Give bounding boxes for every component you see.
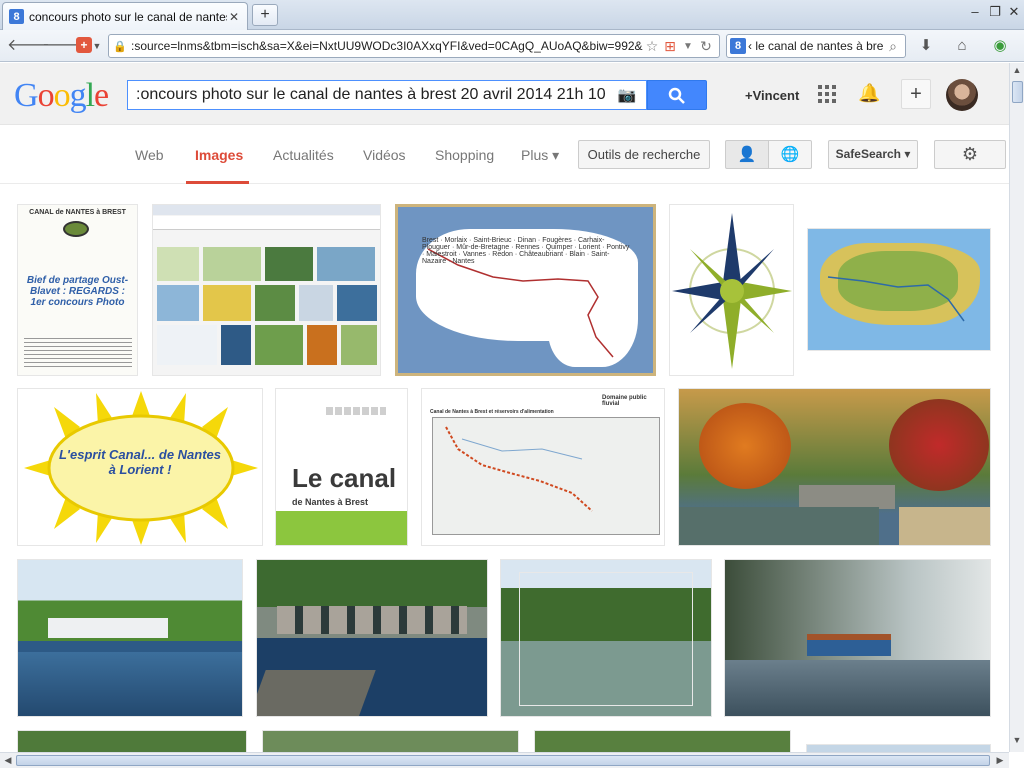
result-thumbnail[interactable]: Brest · Morlaix · Saint-Brieuc · Dinan ·…: [395, 204, 656, 376]
tab-more[interactable]: Plus ▾: [521, 147, 559, 164]
result-thumbnail[interactable]: [500, 559, 712, 717]
addon-icon[interactable]: +: [76, 37, 92, 53]
result-thumbnail[interactable]: [17, 730, 247, 752]
gear-icon[interactable]: ⚙: [934, 140, 1006, 169]
scroll-up-icon[interactable]: ▲: [1010, 65, 1024, 75]
download-icon[interactable]: ⬇: [916, 37, 936, 55]
bell-icon[interactable]: 🔔: [858, 83, 880, 104]
browser-tab[interactable]: 8 concours photo sur le canal de nantes …: [2, 2, 248, 30]
compass-rose-icon: [672, 213, 792, 369]
scroll-right-icon[interactable]: ▶: [993, 755, 1007, 766]
user-name-link[interactable]: +Vincent: [745, 88, 799, 103]
url-bar[interactable]: 🔒 :source=lnms&tbm=isch&sa=X&ei=NxtUU9WO…: [108, 34, 720, 58]
tab-images[interactable]: Images: [195, 147, 243, 163]
share-plus-button[interactable]: +: [901, 79, 931, 109]
canal-route-icon: [427, 248, 614, 358]
horizontal-scrollbar[interactable]: ◀ ▶: [0, 752, 1009, 768]
image-results: CANAL de NANTES à BREST Bief de partage …: [0, 185, 1009, 752]
search-query[interactable]: :oncours photo sur le canal de nantes à …: [136, 86, 616, 104]
result-thumbnail[interactable]: [534, 730, 791, 752]
safesearch-button[interactable]: SafeSearch ▾: [828, 140, 918, 169]
url-text[interactable]: :source=lnms&tbm=isch&sa=X&ei=NxtUU9WODc…: [131, 39, 643, 53]
search-tools-button[interactable]: Outils de recherche: [578, 140, 710, 169]
chevron-down-icon[interactable]: ▼: [92, 36, 102, 56]
close-tab-icon[interactable]: ✕: [227, 10, 241, 24]
tab-title: concours photo sur le canal de nantes à …: [29, 9, 227, 24]
google-search-input[interactable]: :oncours photo sur le canal de nantes à …: [127, 80, 647, 110]
result-thumbnail[interactable]: [807, 228, 991, 351]
home-icon[interactable]: ⌂: [952, 37, 972, 55]
vertical-scrollbar[interactable]: ▲ ▼: [1009, 63, 1024, 752]
result-thumbnail[interactable]: [152, 204, 381, 376]
browser-search-bar[interactable]: 8 ‹ le canal de nantes à bre ⌕: [726, 34, 906, 58]
close-window-icon[interactable]: ✕: [1005, 4, 1023, 20]
tab-news[interactable]: Actualités: [273, 147, 334, 163]
active-tab-indicator: [186, 181, 249, 184]
vertical-scroll-thumb[interactable]: [1012, 81, 1023, 103]
search-tabs: Web Images Actualités Vidéos Shopping Pl…: [0, 126, 1009, 184]
scroll-left-icon[interactable]: ◀: [1, 755, 15, 766]
google-header: Google :oncours photo sur le canal de na…: [0, 63, 1009, 125]
reload-icon[interactable]: ↻: [697, 38, 715, 55]
chevron-down-icon[interactable]: ▼: [679, 41, 697, 52]
tab-web[interactable]: Web: [135, 147, 164, 163]
new-tab-button[interactable]: +: [252, 4, 278, 26]
avatar[interactable]: [946, 79, 978, 111]
tab-shopping[interactable]: Shopping: [435, 147, 494, 163]
lock-icon: 🔒: [113, 40, 127, 53]
star-icon[interactable]: ☆: [643, 38, 661, 55]
arrow-right-icon[interactable]: 🡒: [42, 36, 85, 56]
result-thumbnail[interactable]: Domaine public fluvial Canal de Nantes à…: [421, 388, 665, 546]
result-thumbnail[interactable]: CANAL de NANTES à BREST Bief de partage …: [17, 204, 138, 376]
google-favicon-icon: 8: [9, 9, 24, 24]
arrow-left-icon[interactable]: 🡐: [7, 36, 50, 56]
addon-plus-icon[interactable]: ⊞: [661, 38, 679, 55]
navigation-bar: 🡐 🡒 + ▼ 🔒 :source=lnms&tbm=isch&sa=X&ei=…: [0, 30, 1024, 62]
magnifier-icon[interactable]: ⌕: [884, 38, 902, 55]
browser-search-input[interactable]: ‹ le canal de nantes à bre: [748, 39, 884, 53]
result-thumbnail[interactable]: Le canal de Nantes à Brest: [275, 388, 408, 546]
magnifier-icon: [668, 87, 685, 104]
google-engine-icon[interactable]: 8: [730, 38, 746, 54]
result-thumbnail[interactable]: L'esprit Canal... de Nantes à Lorient !: [17, 388, 263, 546]
sync-icon[interactable]: ◉: [990, 37, 1010, 55]
horizontal-scroll-thumb[interactable]: [16, 755, 990, 766]
minimize-icon[interactable]: –: [966, 4, 984, 19]
camera-icon[interactable]: 📷: [616, 86, 638, 104]
google-logo[interactable]: Google: [14, 77, 109, 115]
result-thumbnail[interactable]: [678, 388, 991, 546]
result-thumbnail[interactable]: [806, 744, 991, 752]
canal-route-icon: [445, 426, 593, 512]
result-thumbnail[interactable]: [17, 559, 243, 717]
globe-icon[interactable]: 🌐: [768, 140, 812, 169]
restore-icon[interactable]: ❐: [986, 4, 1004, 20]
title-bar: 8 concours photo sur le canal de nantes …: [0, 0, 1024, 30]
apps-grid-icon[interactable]: [818, 85, 836, 103]
browser-window: 8 concours photo sur le canal de nantes …: [0, 0, 1024, 768]
result-thumbnail[interactable]: [724, 559, 991, 717]
person-icon[interactable]: 👤: [725, 140, 769, 169]
result-thumbnail[interactable]: [669, 204, 794, 376]
tab-videos[interactable]: Vidéos: [363, 147, 406, 163]
canal-route-icon: [827, 276, 965, 322]
search-button[interactable]: [647, 80, 707, 110]
scroll-down-icon[interactable]: ▼: [1010, 735, 1024, 745]
result-thumbnail[interactable]: [256, 559, 488, 717]
result-thumbnail[interactable]: [262, 730, 519, 752]
